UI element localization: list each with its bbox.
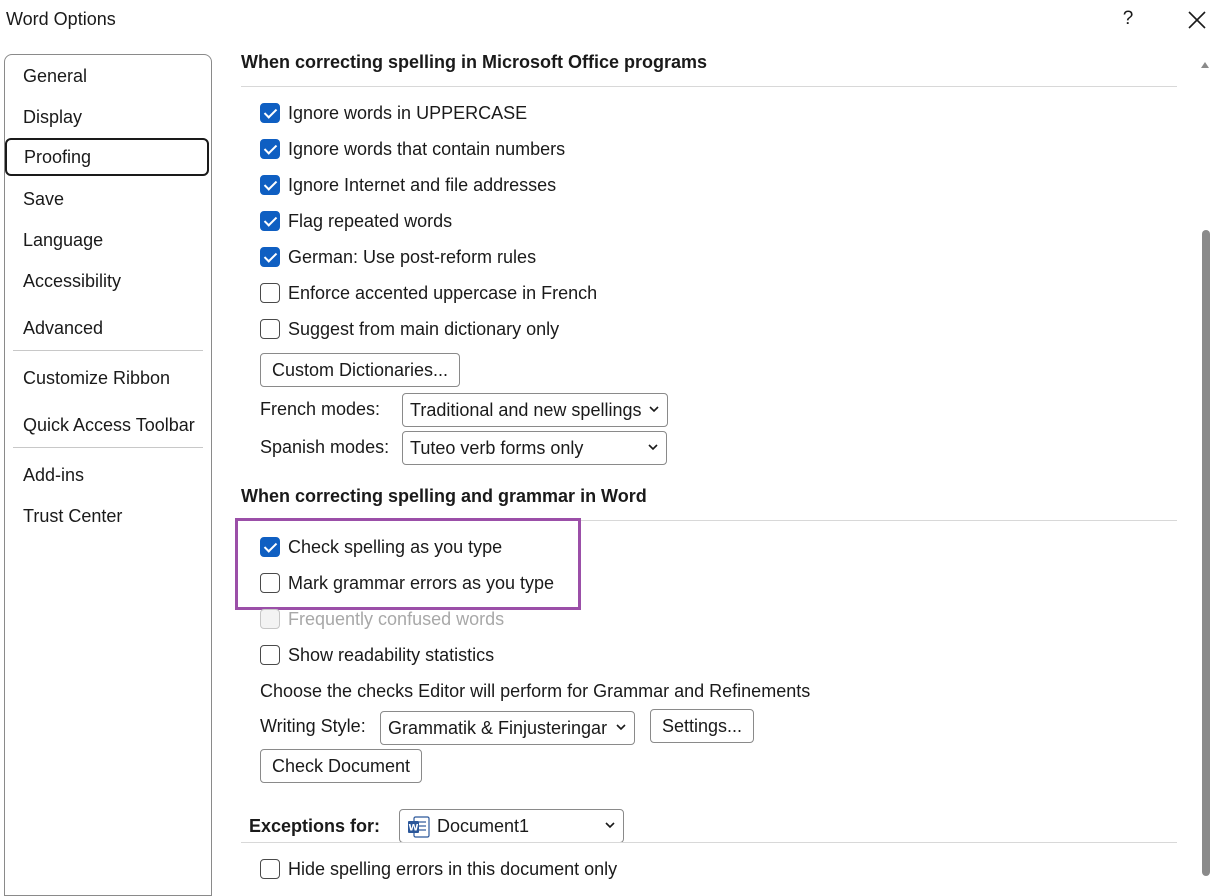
sidebar-item-customize-ribbon[interactable]: Customize Ribbon (23, 368, 170, 389)
checkbox[interactable] (260, 103, 280, 123)
writing-style-label: Writing Style: (260, 716, 366, 736)
option-label: Ignore Internet and file addresses (288, 175, 557, 195)
sidebar-item-quick-access-toolbar[interactable]: Quick Access Toolbar (23, 415, 195, 436)
check-document-button[interactable]: Check Document (260, 749, 423, 783)
sidebar-item-language[interactable]: Language (23, 230, 103, 251)
sidebar-item-display[interactable]: Display (23, 107, 82, 128)
checkbox[interactable] (260, 283, 280, 303)
editor-checks-text: Choose the checks Editor will perform fo… (260, 681, 811, 701)
chevron-down-icon (649, 406, 659, 413)
exceptions-label: Exceptions for: (249, 816, 381, 836)
checkbox[interactable] (260, 859, 280, 879)
office-section-heading: When correcting spelling in Microsoft Of… (241, 52, 708, 72)
sidebar-divider (13, 447, 203, 448)
checkbox[interactable] (260, 247, 280, 267)
checkbox[interactable] (260, 319, 280, 339)
close-button[interactable] (1184, 7, 1210, 33)
chevron-down-icon (605, 822, 615, 829)
word-section-heading: When correcting spelling and grammar in … (241, 486, 647, 506)
exceptions-document-select[interactable]: W Document1 (399, 809, 624, 843)
select-value: Grammatik & Finjusteringar (388, 718, 608, 738)
option-label: Ignore words that contain numbers (288, 139, 566, 159)
option-label: Flag repeated words (288, 211, 453, 231)
option-label: Show readability statistics (288, 645, 495, 665)
sidebar-item-save[interactable]: Save (23, 189, 64, 210)
sidebar-item-trust-center[interactable]: Trust Center (23, 506, 122, 527)
highlight-box (235, 518, 581, 610)
french-modes-select[interactable]: Traditional and new spellings (402, 393, 668, 427)
writing-style-select[interactable]: Grammatik & Finjusteringar (380, 711, 635, 745)
option-label: German: Use post-reform rules (288, 247, 537, 267)
option-label: Ignore words in UPPERCASE (288, 103, 528, 123)
window-title: Word Options (6, 9, 116, 29)
french-modes-label: French modes: (260, 399, 381, 419)
select-value: Document1 (437, 816, 530, 836)
sidebar-item-general[interactable]: General (23, 66, 87, 87)
scrollbar-thumb[interactable] (1202, 230, 1210, 876)
close-icon (1188, 11, 1206, 29)
checkbox[interactable] (260, 537, 280, 557)
sidebar-item-accessibility[interactable]: Accessibility (23, 271, 121, 292)
svg-text:W: W (409, 824, 419, 834)
checkbox[interactable] (260, 211, 280, 231)
scroll-up-arrow-icon[interactable] (1201, 62, 1209, 68)
spanish-modes-label: Spanish modes: (260, 437, 390, 457)
title-bar: Word Options ? (0, 0, 1210, 44)
option-label: Check spelling as you type (288, 537, 503, 557)
checkbox[interactable] (260, 645, 280, 665)
checkbox[interactable] (260, 139, 280, 159)
sidebar-item-add-ins[interactable]: Add-ins (23, 465, 84, 486)
checkbox[interactable] (260, 175, 280, 195)
help-button[interactable]: ? (1118, 8, 1138, 34)
option-label: Mark grammar errors as you type (288, 573, 555, 593)
option-label: Suggest from main dictionary only (288, 319, 560, 339)
sidebar-nav: General Display Proofing Save Language A… (4, 54, 212, 896)
select-value: Traditional and new spellings (410, 400, 642, 420)
checkbox (260, 609, 280, 629)
sidebar-item-proofing[interactable]: Proofing (5, 138, 209, 176)
section-divider (241, 86, 1177, 87)
section-divider (241, 842, 1177, 843)
custom-dictionaries-button[interactable]: Custom Dictionaries... (260, 353, 461, 387)
chevron-down-icon (648, 444, 658, 451)
sidebar-divider (13, 350, 203, 351)
option-label: Enforce accented uppercase in French (288, 283, 598, 303)
spanish-modes-select[interactable]: Tuteo verb forms only (402, 431, 667, 465)
chevron-down-icon (616, 724, 626, 731)
option-label: Hide spelling errors in this document on… (288, 859, 618, 879)
checkbox[interactable] (260, 573, 280, 593)
settings-button[interactable]: Settings... (650, 709, 755, 743)
select-value: Tuteo verb forms only (410, 438, 584, 458)
word-document-icon: W (408, 816, 430, 838)
sidebar-item-advanced[interactable]: Advanced (23, 318, 103, 339)
option-label: Frequently confused words (288, 609, 505, 629)
